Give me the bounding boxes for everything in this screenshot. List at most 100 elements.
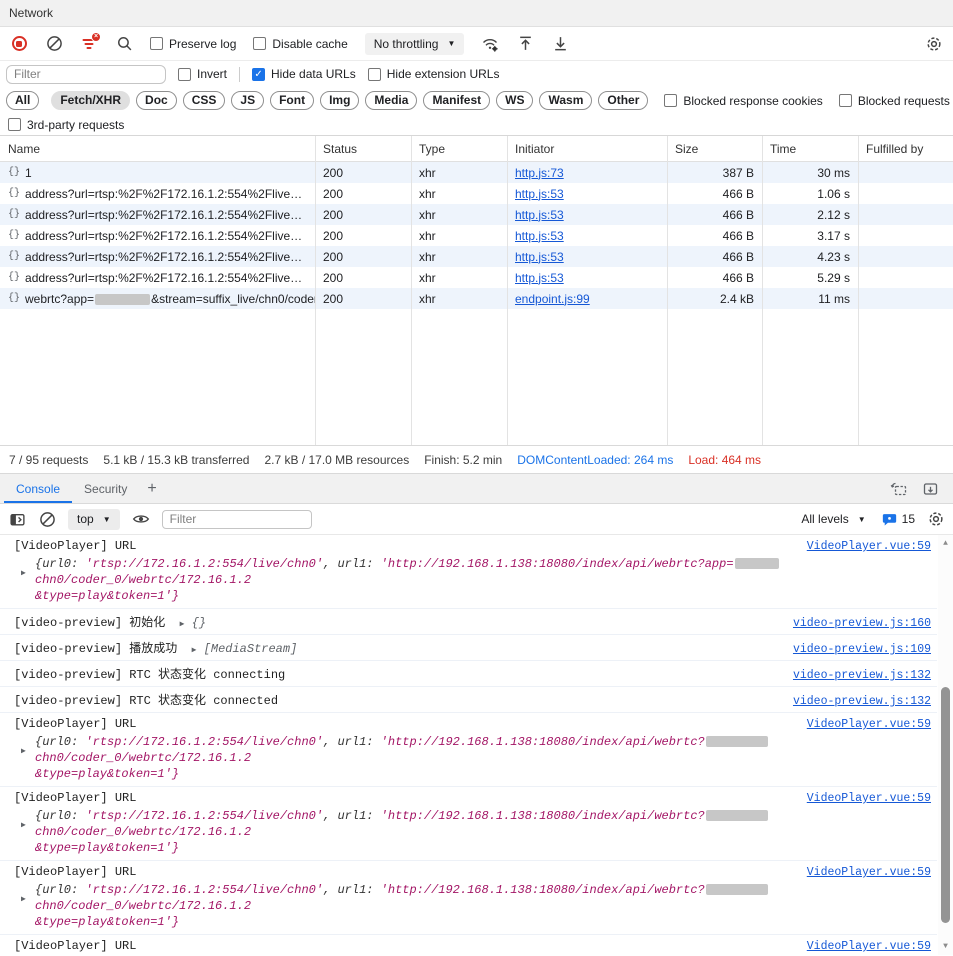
third-party-checkbox-box[interactable] bbox=[8, 118, 21, 131]
invert-checkbox[interactable]: Invert bbox=[178, 67, 227, 81]
filter-icon[interactable]: × bbox=[80, 35, 98, 53]
console-sidebar-toggle-icon[interactable] bbox=[8, 510, 26, 528]
source-link[interactable]: VideoPlayer.vue:59 bbox=[807, 940, 931, 953]
expand-triangle-icon[interactable]: ▶ bbox=[21, 566, 26, 582]
chip-js[interactable]: JS bbox=[231, 91, 264, 110]
object-preview[interactable]: ▶ {url0: 'rtsp://172.16.1.2:554/live/chn… bbox=[14, 882, 931, 930]
initiator-link[interactable]: http.js:53 bbox=[515, 208, 564, 222]
request-name[interactable]: address?url=rtsp:%2F%2F172.16.1.2:554%2F… bbox=[25, 229, 307, 243]
table-row[interactable]: {} webrtc?app=&stream=suffix_live/chn0/c… bbox=[0, 288, 953, 309]
chip-media[interactable]: Media bbox=[365, 91, 417, 110]
network-settings-gear-icon[interactable] bbox=[925, 35, 943, 53]
column-header-time[interactable]: Time bbox=[762, 142, 858, 156]
request-name[interactable]: address?url=rtsp:%2F%2F172.16.1.2:554%2F… bbox=[25, 208, 307, 222]
preserve-log-checkbox-box[interactable] bbox=[150, 37, 163, 50]
log-levels-dropdown[interactable]: All levels ▼ bbox=[797, 508, 869, 530]
table-row[interactable]: {}1 200 xhr http.js:73 387 B 30 ms bbox=[0, 162, 953, 183]
clear-console-icon[interactable] bbox=[38, 510, 56, 528]
scrollbar-thumb[interactable] bbox=[941, 687, 950, 923]
request-name[interactable]: webrtc?app=&stream=suffix_live/chn0/code… bbox=[25, 292, 315, 306]
column-header-size[interactable]: Size bbox=[667, 142, 762, 156]
expand-triangle-icon[interactable]: ▶ bbox=[21, 892, 26, 908]
hide-data-urls-checkbox[interactable]: ✓ Hide data URLs bbox=[252, 67, 356, 81]
tab-security[interactable]: Security bbox=[72, 474, 139, 503]
throttling-dropdown[interactable]: No throttling ▼ bbox=[365, 33, 465, 55]
console-message[interactable]: [video-preview] RTC 状态变化 connected video… bbox=[0, 687, 937, 713]
console-message[interactable]: [video-preview] 播放成功 ▶ [MediaStream] vid… bbox=[0, 635, 937, 661]
column-header-fulfilled[interactable]: Fulfilled by bbox=[858, 142, 953, 156]
initiator-link[interactable]: http.js:53 bbox=[515, 271, 564, 285]
network-filter-input[interactable] bbox=[6, 65, 166, 84]
blocked-requests-checkbox-box[interactable] bbox=[839, 94, 852, 107]
live-expression-eye-icon[interactable] bbox=[132, 510, 150, 528]
chip-img[interactable]: Img bbox=[320, 91, 359, 110]
tab-console[interactable]: Console bbox=[4, 474, 72, 503]
source-link[interactable]: video-preview.js:132 bbox=[793, 695, 931, 708]
chip-wasm[interactable]: Wasm bbox=[539, 91, 592, 110]
console-context-dropdown[interactable]: top ▼ bbox=[68, 509, 120, 530]
column-header-status[interactable]: Status bbox=[315, 142, 411, 156]
chip-ws[interactable]: WS bbox=[496, 91, 533, 110]
chip-other[interactable]: Other bbox=[598, 91, 648, 110]
column-header-type[interactable]: Type bbox=[411, 142, 507, 156]
source-link[interactable]: video-preview.js:132 bbox=[793, 669, 931, 682]
third-party-checkbox[interactable]: 3rd-party requests bbox=[8, 118, 124, 132]
console-scrollbar[interactable]: ▲ ▼ bbox=[938, 535, 953, 955]
network-conditions-icon[interactable] bbox=[481, 35, 499, 53]
console-message[interactable]: [video-preview] RTC 状态变化 connecting vide… bbox=[0, 661, 937, 687]
table-row[interactable]: {}address?url=rtsp:%2F%2F172.16.1.2:554%… bbox=[0, 267, 953, 288]
disable-cache-checkbox[interactable]: Disable cache bbox=[253, 37, 347, 51]
chip-manifest[interactable]: Manifest bbox=[423, 91, 490, 110]
console-filter-input[interactable] bbox=[162, 510, 312, 529]
source-link[interactable]: VideoPlayer.vue:59 bbox=[807, 540, 931, 553]
scroll-down-icon[interactable]: ▼ bbox=[938, 942, 953, 951]
console-message-group[interactable]: [VideoPlayer] URL VideoPlayer.vue:59 ▶ {… bbox=[0, 787, 937, 861]
initiator-link[interactable]: http.js:53 bbox=[515, 250, 564, 264]
hide-data-urls-checkbox-box[interactable]: ✓ bbox=[252, 68, 265, 81]
source-link[interactable]: video-preview.js:160 bbox=[793, 617, 931, 630]
console-message[interactable]: [video-preview] 初始化 ▶ {} video-preview.j… bbox=[0, 609, 937, 635]
chip-css[interactable]: CSS bbox=[183, 91, 226, 110]
invert-checkbox-box[interactable] bbox=[178, 68, 191, 81]
add-drawer-tab-button[interactable]: + bbox=[139, 480, 164, 498]
chip-fetch-xhr[interactable]: Fetch/XHR bbox=[51, 91, 130, 110]
message-count-indicator[interactable]: 15 bbox=[882, 512, 915, 527]
request-name[interactable]: address?url=rtsp:%2F%2F172.16.1.2:554%2F… bbox=[25, 271, 307, 285]
source-link[interactable]: VideoPlayer.vue:59 bbox=[807, 866, 931, 879]
table-row[interactable]: {}address?url=rtsp:%2F%2F172.16.1.2:554%… bbox=[0, 183, 953, 204]
table-row[interactable]: {}address?url=rtsp:%2F%2F172.16.1.2:554%… bbox=[0, 246, 953, 267]
initiator-link[interactable]: http.js:73 bbox=[515, 166, 564, 180]
move-drawer-icon[interactable] bbox=[889, 480, 907, 498]
request-name[interactable]: address?url=rtsp:%2F%2F172.16.1.2:554%2F… bbox=[25, 250, 307, 264]
console-settings-gear-icon[interactable] bbox=[927, 510, 945, 528]
expand-triangle-icon[interactable]: ▶ bbox=[21, 744, 26, 760]
blocked-cookies-checkbox-box[interactable] bbox=[664, 94, 677, 107]
scroll-up-icon[interactable]: ▲ bbox=[938, 539, 953, 548]
column-header-initiator[interactable]: Initiator bbox=[507, 142, 667, 156]
export-har-icon[interactable] bbox=[551, 35, 569, 53]
source-link[interactable]: VideoPlayer.vue:59 bbox=[807, 718, 931, 731]
expand-triangle-icon[interactable]: ▶ bbox=[180, 620, 185, 629]
hide-extension-urls-checkbox-box[interactable] bbox=[368, 68, 381, 81]
console-message-group[interactable]: [VideoPlayer] URL VideoPlayer.vue:59 ▶ {… bbox=[0, 861, 937, 935]
clear-network-log-icon[interactable] bbox=[45, 35, 63, 53]
column-header-name[interactable]: Name bbox=[0, 142, 315, 156]
preserve-log-checkbox[interactable]: Preserve log bbox=[150, 37, 236, 51]
console-message-group[interactable]: [VideoPlayer] URL VideoPlayer.vue:59 ▶ {… bbox=[0, 713, 937, 787]
table-row[interactable]: {}address?url=rtsp:%2F%2F172.16.1.2:554%… bbox=[0, 204, 953, 225]
request-name[interactable]: address?url=rtsp:%2F%2F172.16.1.2:554%2F… bbox=[25, 187, 307, 201]
object-preview[interactable]: ▶ {url0: 'rtsp://172.16.1.2:554/live/chn… bbox=[14, 734, 931, 782]
initiator-link[interactable]: endpoint.js:99 bbox=[515, 292, 590, 306]
disable-cache-checkbox-box[interactable] bbox=[253, 37, 266, 50]
blocked-cookies-checkbox[interactable]: Blocked response cookies bbox=[664, 94, 822, 108]
initiator-link[interactable]: http.js:53 bbox=[515, 229, 564, 243]
expand-drawer-icon[interactable] bbox=[921, 480, 939, 498]
hide-extension-urls-checkbox[interactable]: Hide extension URLs bbox=[368, 67, 500, 81]
record-network-log-icon[interactable] bbox=[10, 35, 28, 53]
chip-all[interactable]: All bbox=[6, 91, 39, 110]
console-message-group[interactable]: [VideoPlayer] URL VideoPlayer.vue:59 ▶ {… bbox=[0, 935, 937, 955]
import-har-icon[interactable] bbox=[516, 35, 534, 53]
object-preview[interactable]: ▶ {url0: 'rtsp://172.16.1.2:554/live/chn… bbox=[14, 808, 931, 856]
blocked-requests-checkbox[interactable]: Blocked requests bbox=[839, 94, 950, 108]
initiator-link[interactable]: http.js:53 bbox=[515, 187, 564, 201]
